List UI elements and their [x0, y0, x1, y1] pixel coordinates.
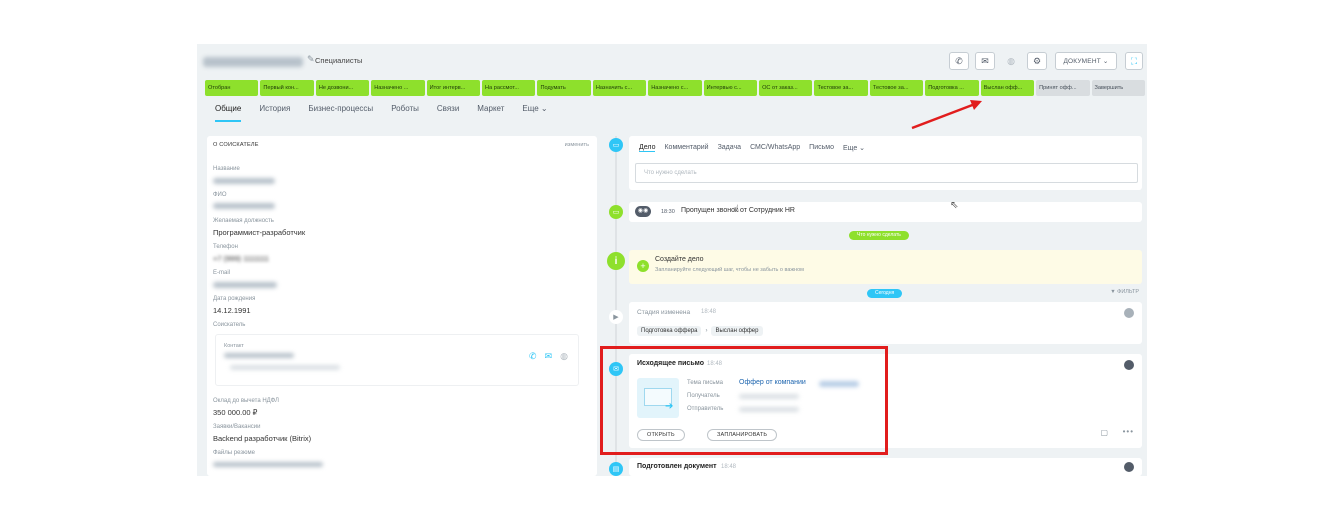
arrow-shaft: [911, 102, 976, 130]
annotation-arrow: [911, 100, 982, 130]
screenshot-canvas: ✎ Специалисты ✆ ✉ ◍ ⚙ ДОКУМЕНТ ⌄ ⛶ Отобр…: [0, 0, 1340, 507]
